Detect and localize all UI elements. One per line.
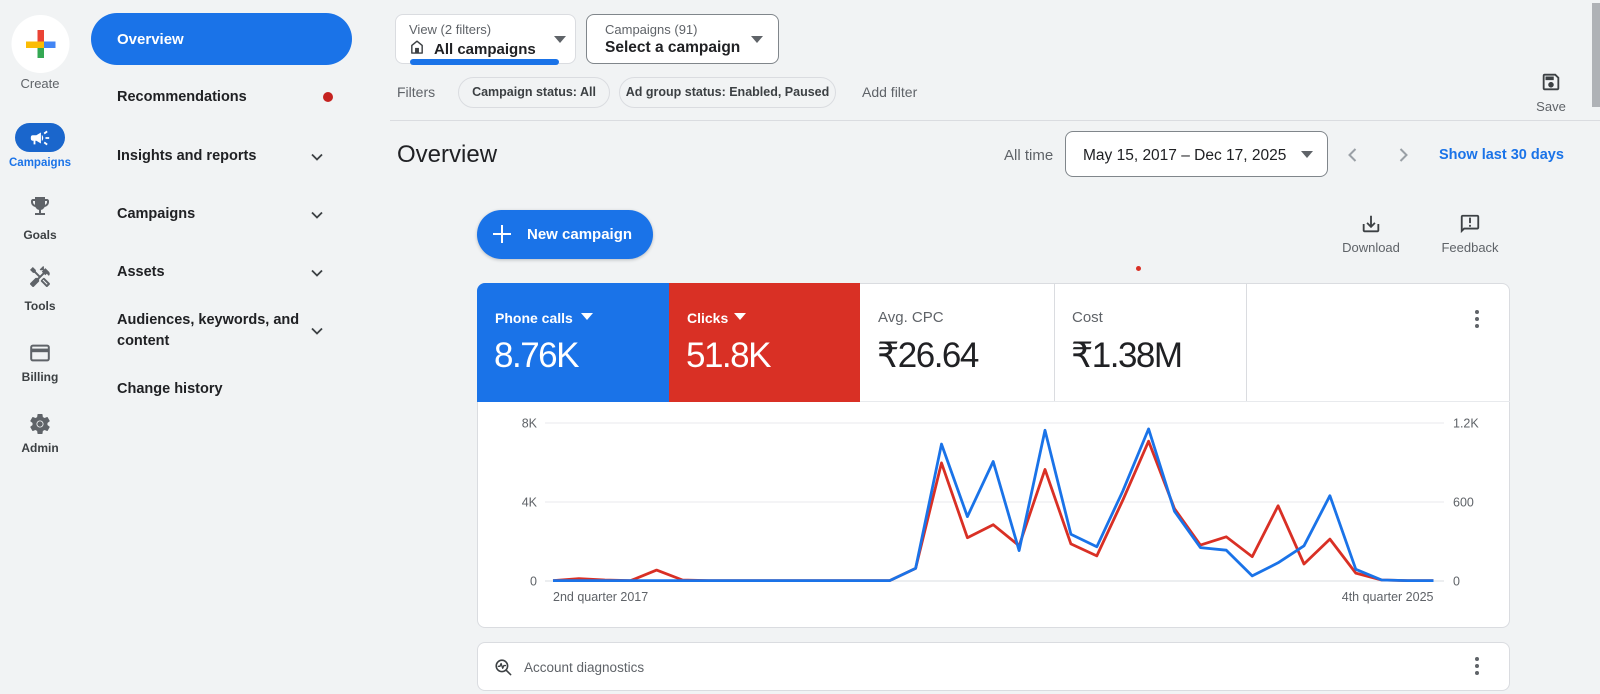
svg-text:0: 0 [530, 575, 537, 589]
svg-text:600: 600 [1453, 496, 1474, 510]
svg-text:4th quarter 2025: 4th quarter 2025 [1342, 590, 1434, 604]
svg-text:2nd quarter 2017: 2nd quarter 2017 [553, 590, 648, 604]
svg-text:1.2K: 1.2K [1453, 417, 1479, 431]
svg-text:4K: 4K [522, 496, 538, 510]
svg-text:8K: 8K [522, 417, 538, 431]
svg-text:0: 0 [1453, 575, 1460, 589]
